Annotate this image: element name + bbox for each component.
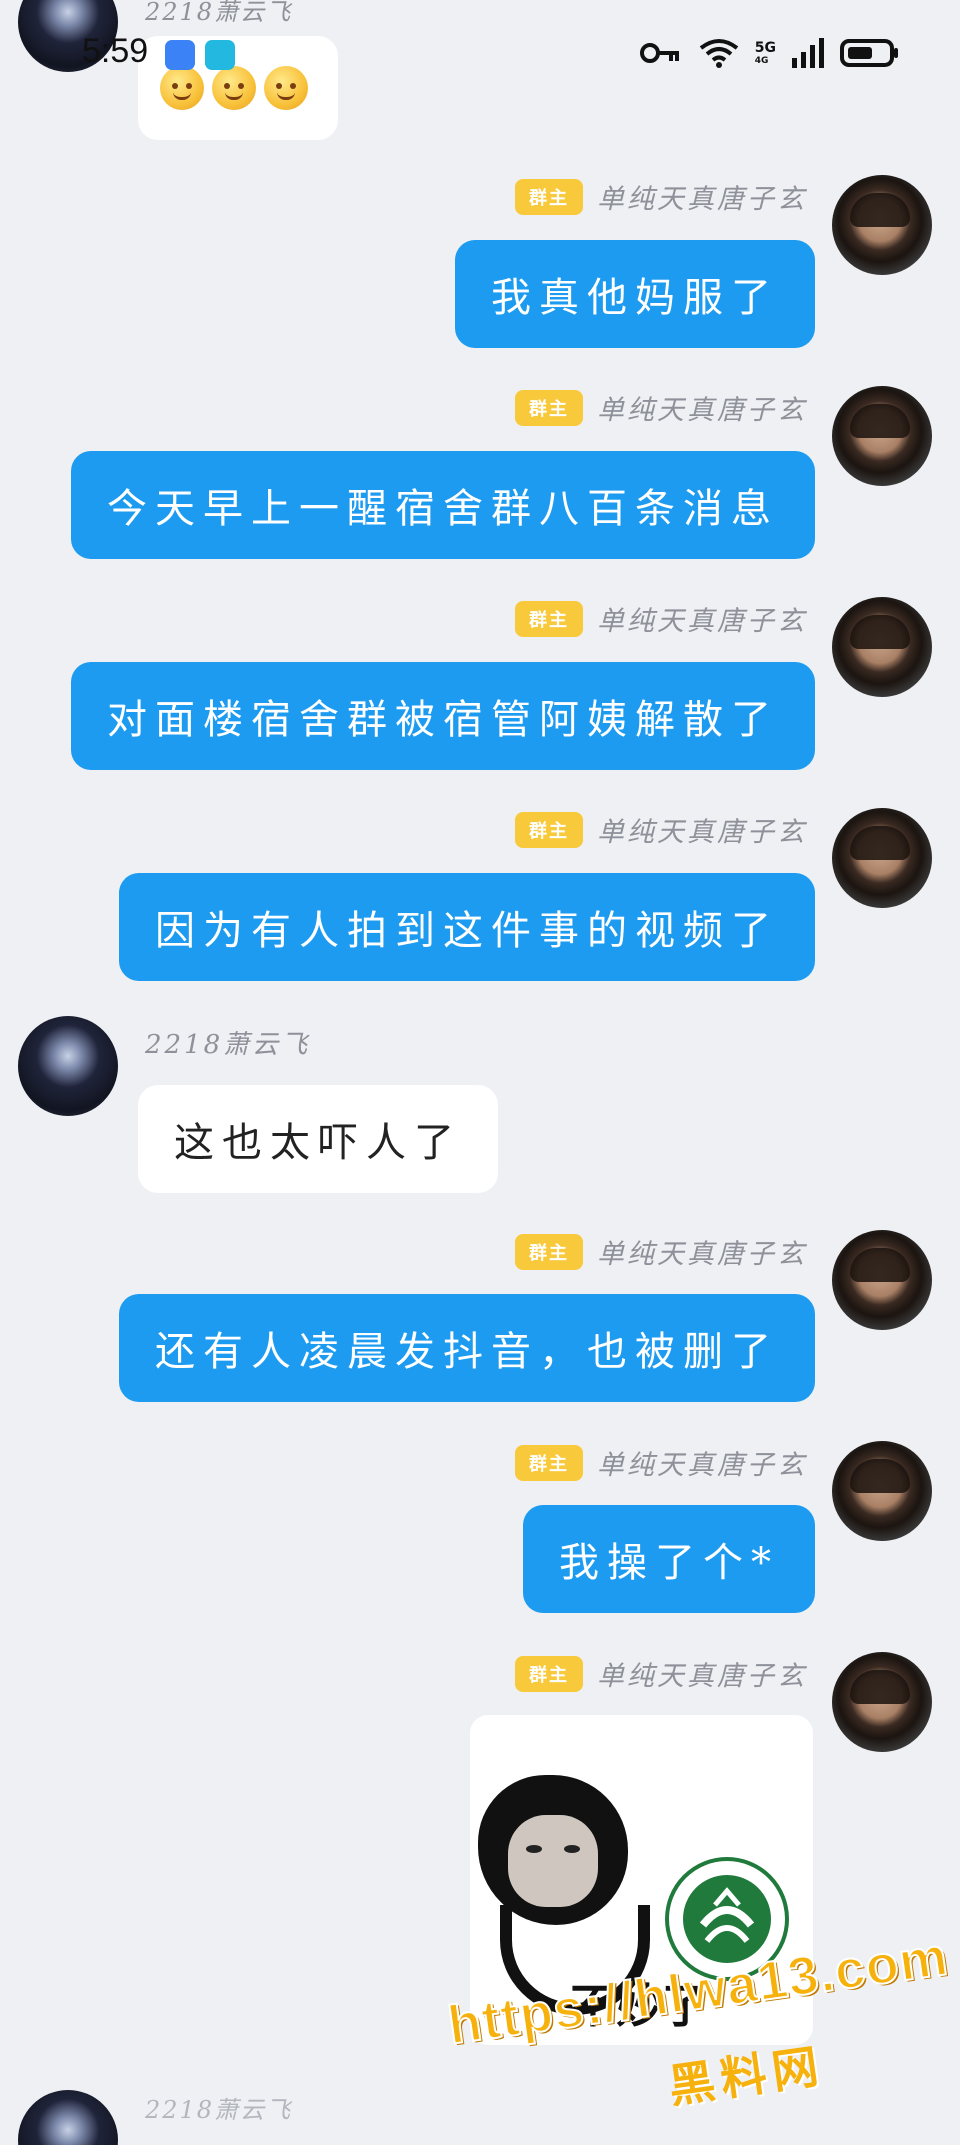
avatar[interactable]	[832, 1230, 932, 1330]
sender-row: 群主 单纯天真唐子玄	[515, 810, 807, 849]
sender-row: 群主 单纯天真唐子玄	[515, 1232, 807, 1271]
sender-name: 单纯天真唐子玄	[597, 606, 807, 637]
sender-row: 群主 单纯天真唐子玄	[515, 388, 807, 427]
message-bubble[interactable]: 这也太吓人了	[138, 1085, 498, 1193]
owner-badge: 群主	[515, 811, 583, 848]
avatar[interactable]	[832, 1652, 932, 1752]
sender-name: 单纯天真唐子玄	[597, 395, 807, 426]
avatar[interactable]	[832, 175, 932, 275]
sender-row: 群主 单纯天真唐子玄	[515, 599, 807, 638]
sender-name: 单纯天真唐子玄	[597, 1661, 807, 1692]
sender-name: 单纯天真唐子玄	[597, 1450, 807, 1481]
panda-face	[508, 1815, 598, 1907]
message-bubble[interactable]: 今天早上一醒宿舍群八百条消息	[71, 451, 815, 559]
status-bar: 5:59 5G 4G	[0, 0, 960, 112]
sender-row: 群主 单纯天真唐子玄	[515, 177, 807, 216]
sender-row: 群主 单纯天真唐子玄	[515, 1654, 807, 1693]
avatar[interactable]	[832, 808, 932, 908]
owner-badge: 群主	[515, 1655, 583, 1692]
owner-badge: 群主	[515, 389, 583, 426]
sender-name: 2218萧云飞	[145, 1030, 311, 1060]
message-bubble[interactable]: 对面楼宿舍群被宿管阿姨解散了	[71, 662, 815, 770]
book-app-icon	[205, 40, 235, 70]
avatar[interactable]	[18, 1016, 118, 1116]
sender-name: 2218萧云飞	[145, 2096, 293, 2124]
sender-row: 群主 单纯天真唐子玄	[515, 1443, 807, 1482]
avatar[interactable]	[18, 2090, 118, 2145]
owner-badge: 群主	[515, 600, 583, 637]
sender-name: 单纯天真唐子玄	[597, 184, 807, 215]
network-type-label: 5G	[754, 39, 776, 56]
panda-meme	[478, 1775, 628, 1925]
avatar[interactable]	[832, 597, 932, 697]
owner-badge: 群主	[515, 1233, 583, 1270]
avatar[interactable]	[832, 386, 932, 486]
avatar[interactable]	[832, 1441, 932, 1541]
network-subtype-label: 4G	[754, 55, 769, 66]
owner-badge: 群主	[515, 1444, 583, 1481]
message-bubble[interactable]: 因为有人拍到这件事的视频了	[119, 873, 815, 981]
wifi-icon	[699, 39, 738, 68]
signal-icon	[792, 38, 824, 68]
message-bubble[interactable]: 我真他妈服了	[455, 240, 815, 348]
battery-icon	[840, 39, 898, 67]
status-indicators: 5G 4G	[639, 38, 900, 68]
sender-name: 单纯天真唐子玄	[597, 1239, 807, 1270]
owner-badge: 群主	[515, 178, 583, 215]
status-time: 5:59	[82, 32, 149, 70]
message-bubble[interactable]: 还有人凌晨发抖音，也被删了	[119, 1294, 815, 1402]
message-app-icon	[165, 40, 195, 70]
key-icon	[639, 43, 679, 63]
sender-name: 单纯天真唐子玄	[597, 817, 807, 848]
message-bubble[interactable]: 我操了个*	[523, 1505, 815, 1613]
